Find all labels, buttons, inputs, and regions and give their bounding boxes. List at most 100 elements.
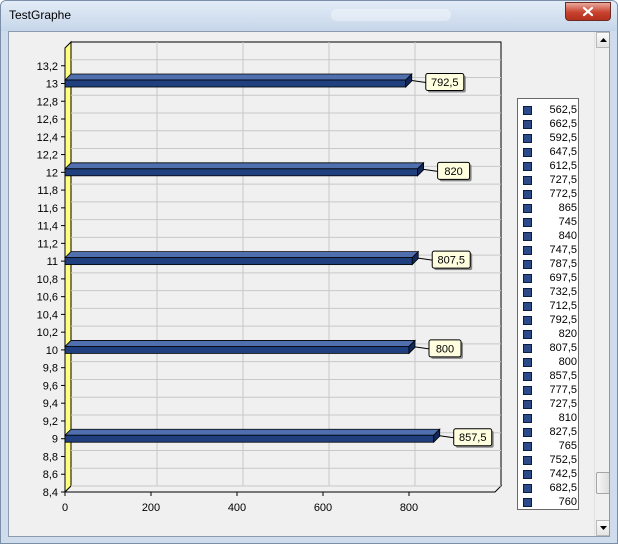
bar-top-face [64,73,413,81]
legend-swatch [523,358,532,367]
bar-top-face [64,251,420,259]
legend-label: 800 [558,356,577,368]
y-tick-label: 12,8 [37,96,58,108]
bar [64,428,441,444]
y-tick-label: 9 [52,434,58,446]
plot-left-wall [64,40,72,494]
legend-item: 800 [523,355,577,369]
legend-item: 592,5 [523,131,577,145]
legend-label: 865 [558,202,577,214]
legend-item: 787,5 [523,257,577,271]
y-tick-label: 10,2 [37,327,58,339]
legend-item: 562,5 [523,103,577,117]
y-tick-label: 9,8 [43,363,58,375]
legend-label: 827,5 [549,426,577,438]
legend-item: 697,5 [523,271,577,285]
legend-label: 792,5 [549,314,577,326]
y-tick-label: 10,8 [37,274,58,286]
legend-label: 745 [558,216,577,228]
chart-area: 8,4 8,6 8,8 9 9,2 9,4 9,6 9,8 10 10,2 10,4 10,6 10,8… [8,31,610,537]
y-tick-label: 10,6 [37,292,58,304]
legend-item: 742,5 [523,467,577,481]
legend-label: 760 [558,496,577,508]
legend-label: 810 [558,412,577,424]
legend-label: 752,5 [549,454,577,466]
legend-item: 727,5 [523,397,577,411]
legend-label: 647,5 [549,146,577,158]
scroll-thumb[interactable] [596,472,609,494]
legend-label: 820 [558,328,577,340]
legend-swatch [523,414,532,423]
legend-item: 810 [523,411,577,425]
legend-item: 765 [523,439,577,453]
bar [64,250,420,266]
legend-item: 747,5 [523,243,577,257]
legend-item: 857,5 [523,369,577,383]
legend-swatch [523,428,532,437]
legend-swatch [523,372,532,381]
legend-item: 682,5 [523,481,577,495]
scroll-up-button[interactable] [596,32,609,48]
y-tick-label: 9,2 [43,416,58,428]
chevron-down-icon [600,526,607,530]
y-tick-label: 11,6 [37,203,58,215]
legend-label: 807,5 [549,342,577,354]
legend-swatch [523,134,532,143]
y-tick-label: 12,6 [37,114,58,126]
bar [64,161,425,177]
legend-swatch [523,148,532,157]
legend-label: 772,5 [549,188,577,200]
bar-front-face [64,79,407,88]
y-tick-label: 12 [46,167,58,179]
legend-item: 792,5 [523,313,577,327]
legend-label: 857,5 [549,370,577,382]
legend-swatch [523,232,532,241]
legend-item: 807,5 [523,341,577,355]
bar-top-face [64,162,425,170]
legend-label: 747,5 [549,244,577,256]
legend-swatch [523,106,532,115]
x-tick-label: 600 [314,502,332,514]
legend-label: 682,5 [549,482,577,494]
vertical-scrollbar[interactable] [594,32,609,536]
legend-label: 840 [558,230,577,242]
y-tick-label: 11,2 [37,238,58,250]
legend-swatch [523,288,532,297]
legend-swatch [523,218,532,227]
legend-item: 745 [523,215,577,229]
bar [64,339,416,355]
legend-item: 772,5 [523,187,577,201]
close-button[interactable] [565,2,611,21]
legend-label: 727,5 [549,398,577,410]
legend-label: 727,5 [549,174,577,186]
bar-front-face [64,434,435,443]
bar-front-face [64,346,410,354]
y-tick-label: 11,8 [37,185,58,197]
y-tick-label: 11 [47,256,58,268]
legend-item: 732,5 [523,285,577,299]
bar-top-face [64,428,441,436]
y-tick-label: 8,8 [43,451,58,463]
y-tick-label: 12,4 [37,132,58,144]
y-tick-label: 11,4 [37,221,58,233]
x-tick-label: 200 [142,502,160,514]
y-tick-label: 9,6 [43,380,58,392]
legend-swatch [523,442,532,451]
y-tick-label: 10,4 [37,309,58,321]
legend-label: 742,5 [549,468,577,480]
legend-swatch [523,260,532,269]
legend-label: 662,5 [549,118,577,130]
legend-swatch [523,316,532,325]
scroll-down-button[interactable] [596,520,609,536]
legend-item: 820 [523,327,577,341]
legend-item: 840 [523,229,577,243]
legend-label: 732,5 [549,286,577,298]
legend: 562,5 662,5 592,5 647,5 612,5 727,5 772,5 865 74… [517,98,579,510]
legend-swatch [523,344,532,353]
bar-front-face [64,257,413,266]
legend-item: 612,5 [523,159,577,173]
title-bar[interactable]: TestGraphe [1,1,617,31]
chevron-up-icon [600,38,607,42]
legend-item: 777,5 [523,383,577,397]
legend-label: 612,5 [549,160,577,172]
